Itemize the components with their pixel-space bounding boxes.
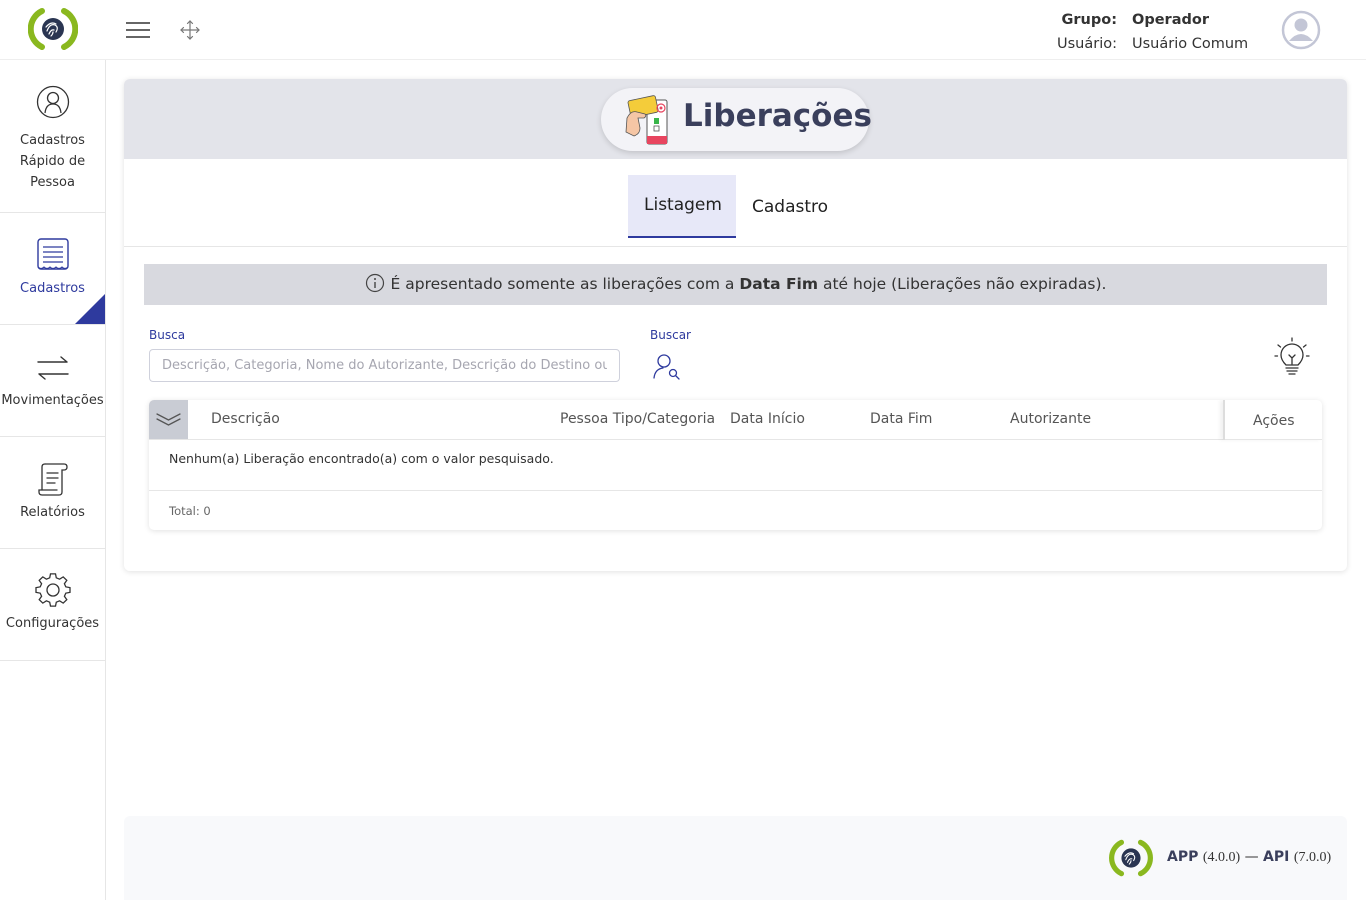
page-header: Liberações — [124, 79, 1347, 159]
table-footer: Total: 0 — [149, 490, 1322, 530]
top-bar: Grupo: Operador Usuário: Usuário Comum — [0, 0, 1366, 60]
actions-label: Ações — [1253, 413, 1295, 429]
tab-bar: Listagem Cadastro — [124, 159, 1347, 247]
app-label: APP — [1167, 849, 1199, 865]
column-header-pessoa-tipo[interactable]: Pessoa Tipo/Categoria — [560, 411, 715, 427]
sidebar-item-label: Configurações — [5, 616, 100, 631]
search-label: Busca — [149, 328, 186, 342]
version-separator: — — [1244, 849, 1259, 865]
sidebar-item-label: Relatórios — [20, 505, 85, 520]
footer: APP (4.0.0) — API (7.0.0) — [124, 816, 1347, 900]
results-table: Descrição Pessoa Tipo/Categoria Data Iní… — [149, 400, 1322, 530]
total-count: Total: 0 — [169, 504, 211, 518]
column-header-descricao[interactable]: Descrição — [211, 411, 280, 427]
api-version: (7.0.0) — [1293, 850, 1332, 865]
active-indicator — [75, 294, 105, 324]
column-header-data-inicio[interactable]: Data Início — [730, 411, 805, 427]
fullscreen-move-icon[interactable] — [178, 18, 202, 42]
column-header-acoes: Ações — [1223, 400, 1322, 440]
access-card-icon — [625, 95, 668, 145]
version-info: APP (4.0.0) — API (7.0.0) — [1167, 849, 1331, 866]
info-text-suffix: até hoje (Liberações não expiradas). — [822, 275, 1107, 293]
sidebar-item-label: Cadastros Rápido de Pessoa — [19, 133, 86, 190]
table-header: Descrição Pessoa Tipo/Categoria Data Iní… — [149, 400, 1322, 440]
menu-toggle-button[interactable] — [124, 18, 152, 42]
empty-state-message: Nenhum(a) Liberação encontrado(a) com o … — [169, 451, 554, 466]
info-text-prefix: É apresentado somente as liberações com … — [390, 275, 735, 293]
sidebar-item-configuracoes[interactable]: Configurações — [0, 549, 105, 661]
gear-icon — [34, 573, 71, 607]
info-text-bold: Data Fim — [739, 275, 819, 293]
chevron-double-down-icon — [156, 413, 181, 426]
user-value: Usuário Comum — [1132, 36, 1249, 52]
sidebar-item-label: Movimentações — [1, 393, 104, 408]
page-title: Liberações — [683, 98, 872, 134]
search-input[interactable] — [149, 349, 620, 382]
group-label: Grupo: — [1061, 12, 1117, 28]
app-version: (4.0.0) — [1202, 850, 1241, 865]
page-title-badge: Liberações — [601, 88, 872, 151]
sidebar-item-movimentacoes[interactable]: Movimentações — [0, 325, 105, 437]
lightbulb-tip-icon[interactable] — [1274, 337, 1310, 377]
report-scroll-icon — [37, 463, 68, 496]
app-logo-icon[interactable] — [28, 6, 78, 52]
sidebar-item-relatorios[interactable]: Relatórios — [0, 437, 105, 549]
swap-arrows-icon — [36, 356, 69, 380]
tab-cadastro[interactable]: Cadastro — [736, 177, 844, 240]
footer-logo-icon — [1109, 839, 1153, 877]
form-list-icon — [36, 238, 69, 270]
user-label: Usuário: — [1057, 36, 1117, 52]
group-value: Operador — [1132, 12, 1209, 28]
expand-rows-button[interactable] — [149, 400, 188, 439]
sidebar-item-cadastros[interactable]: Cadastros — [0, 213, 105, 325]
user-circle-icon — [36, 85, 69, 119]
tab-listagem[interactable]: Listagem — [628, 175, 736, 238]
sidebar-item-cadastro-rapido[interactable]: Cadastros Rápido de Pessoa — [0, 60, 105, 213]
main-card: Liberações Listagem Cadastro É apresenta… — [124, 79, 1347, 571]
user-info: Grupo: Operador Usuário: Usuário Comum — [1040, 8, 1260, 56]
info-banner: É apresentado somente as liberações com … — [144, 264, 1327, 305]
info-icon — [365, 273, 384, 293]
sidebar: Cadastros Rápido de Pessoa Cadastros Mov… — [0, 60, 106, 900]
api-label: API — [1263, 849, 1290, 865]
search-user-icon[interactable] — [652, 351, 682, 381]
avatar[interactable] — [1281, 10, 1321, 50]
column-header-data-fim[interactable]: Data Fim — [870, 411, 932, 427]
column-header-autorizante[interactable]: Autorizante — [1010, 411, 1091, 427]
search-button-label: Buscar — [650, 328, 691, 342]
